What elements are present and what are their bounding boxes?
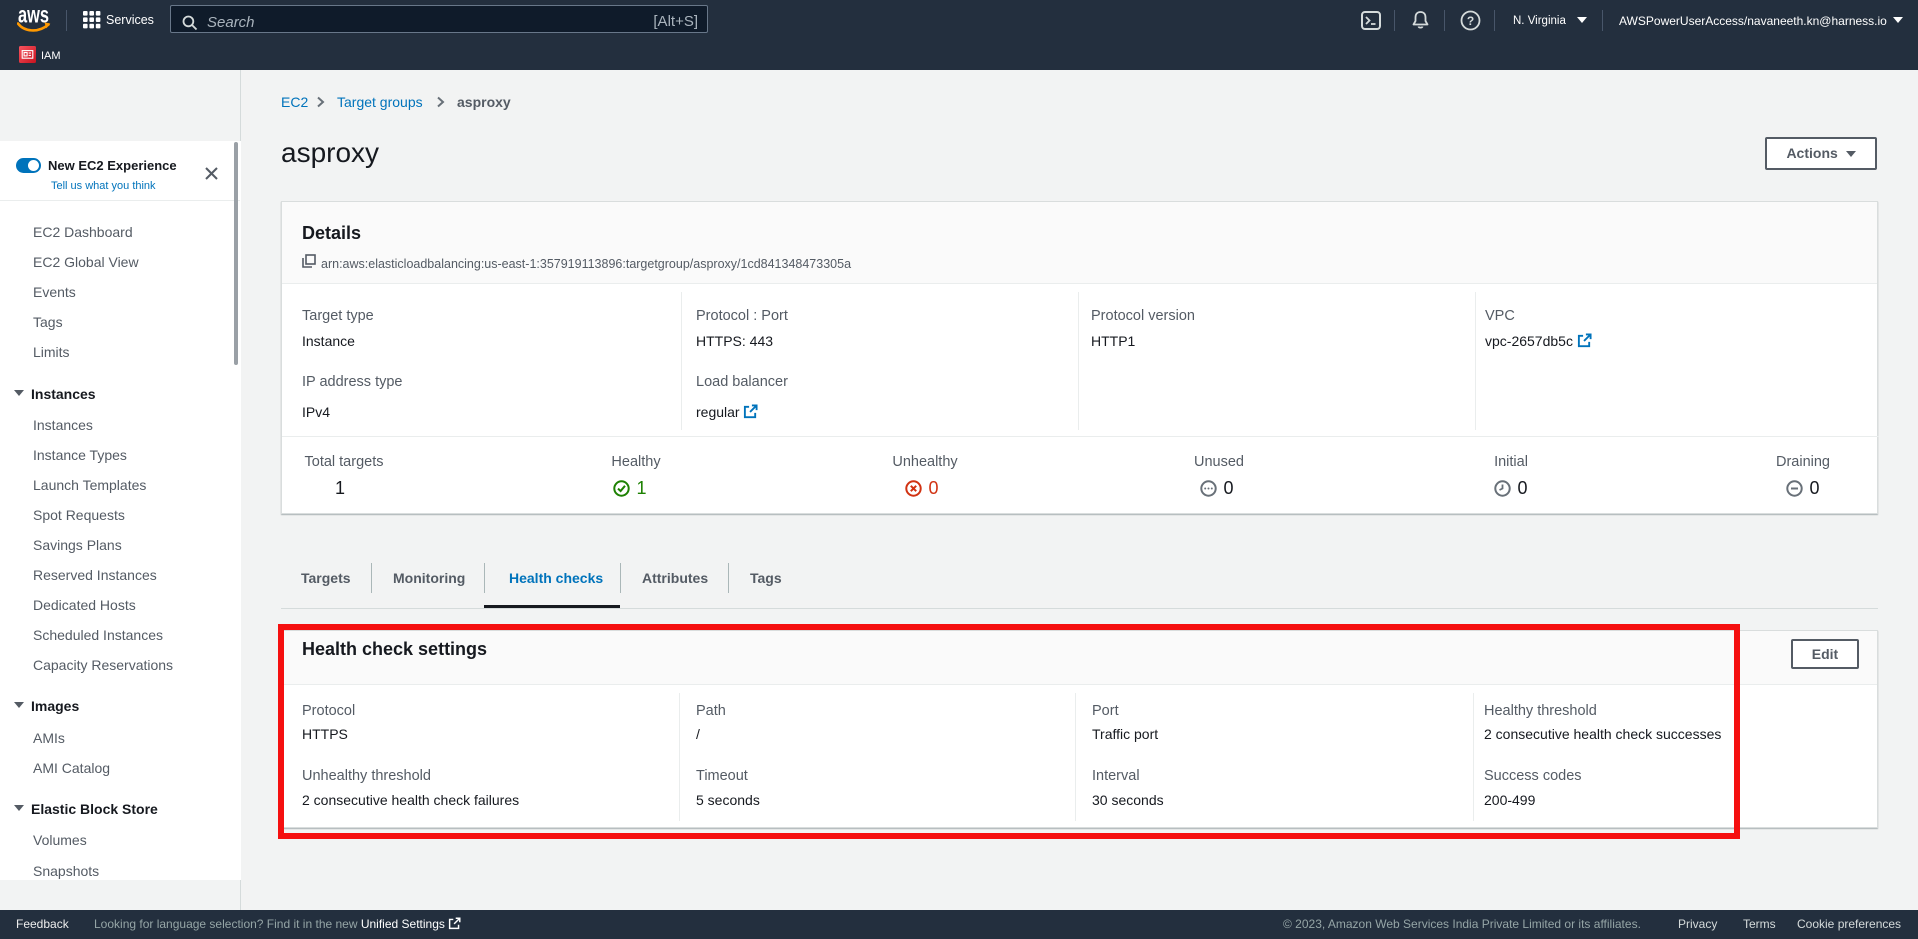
svg-text:aws: aws xyxy=(18,8,49,28)
svg-text:?: ? xyxy=(1467,14,1474,28)
